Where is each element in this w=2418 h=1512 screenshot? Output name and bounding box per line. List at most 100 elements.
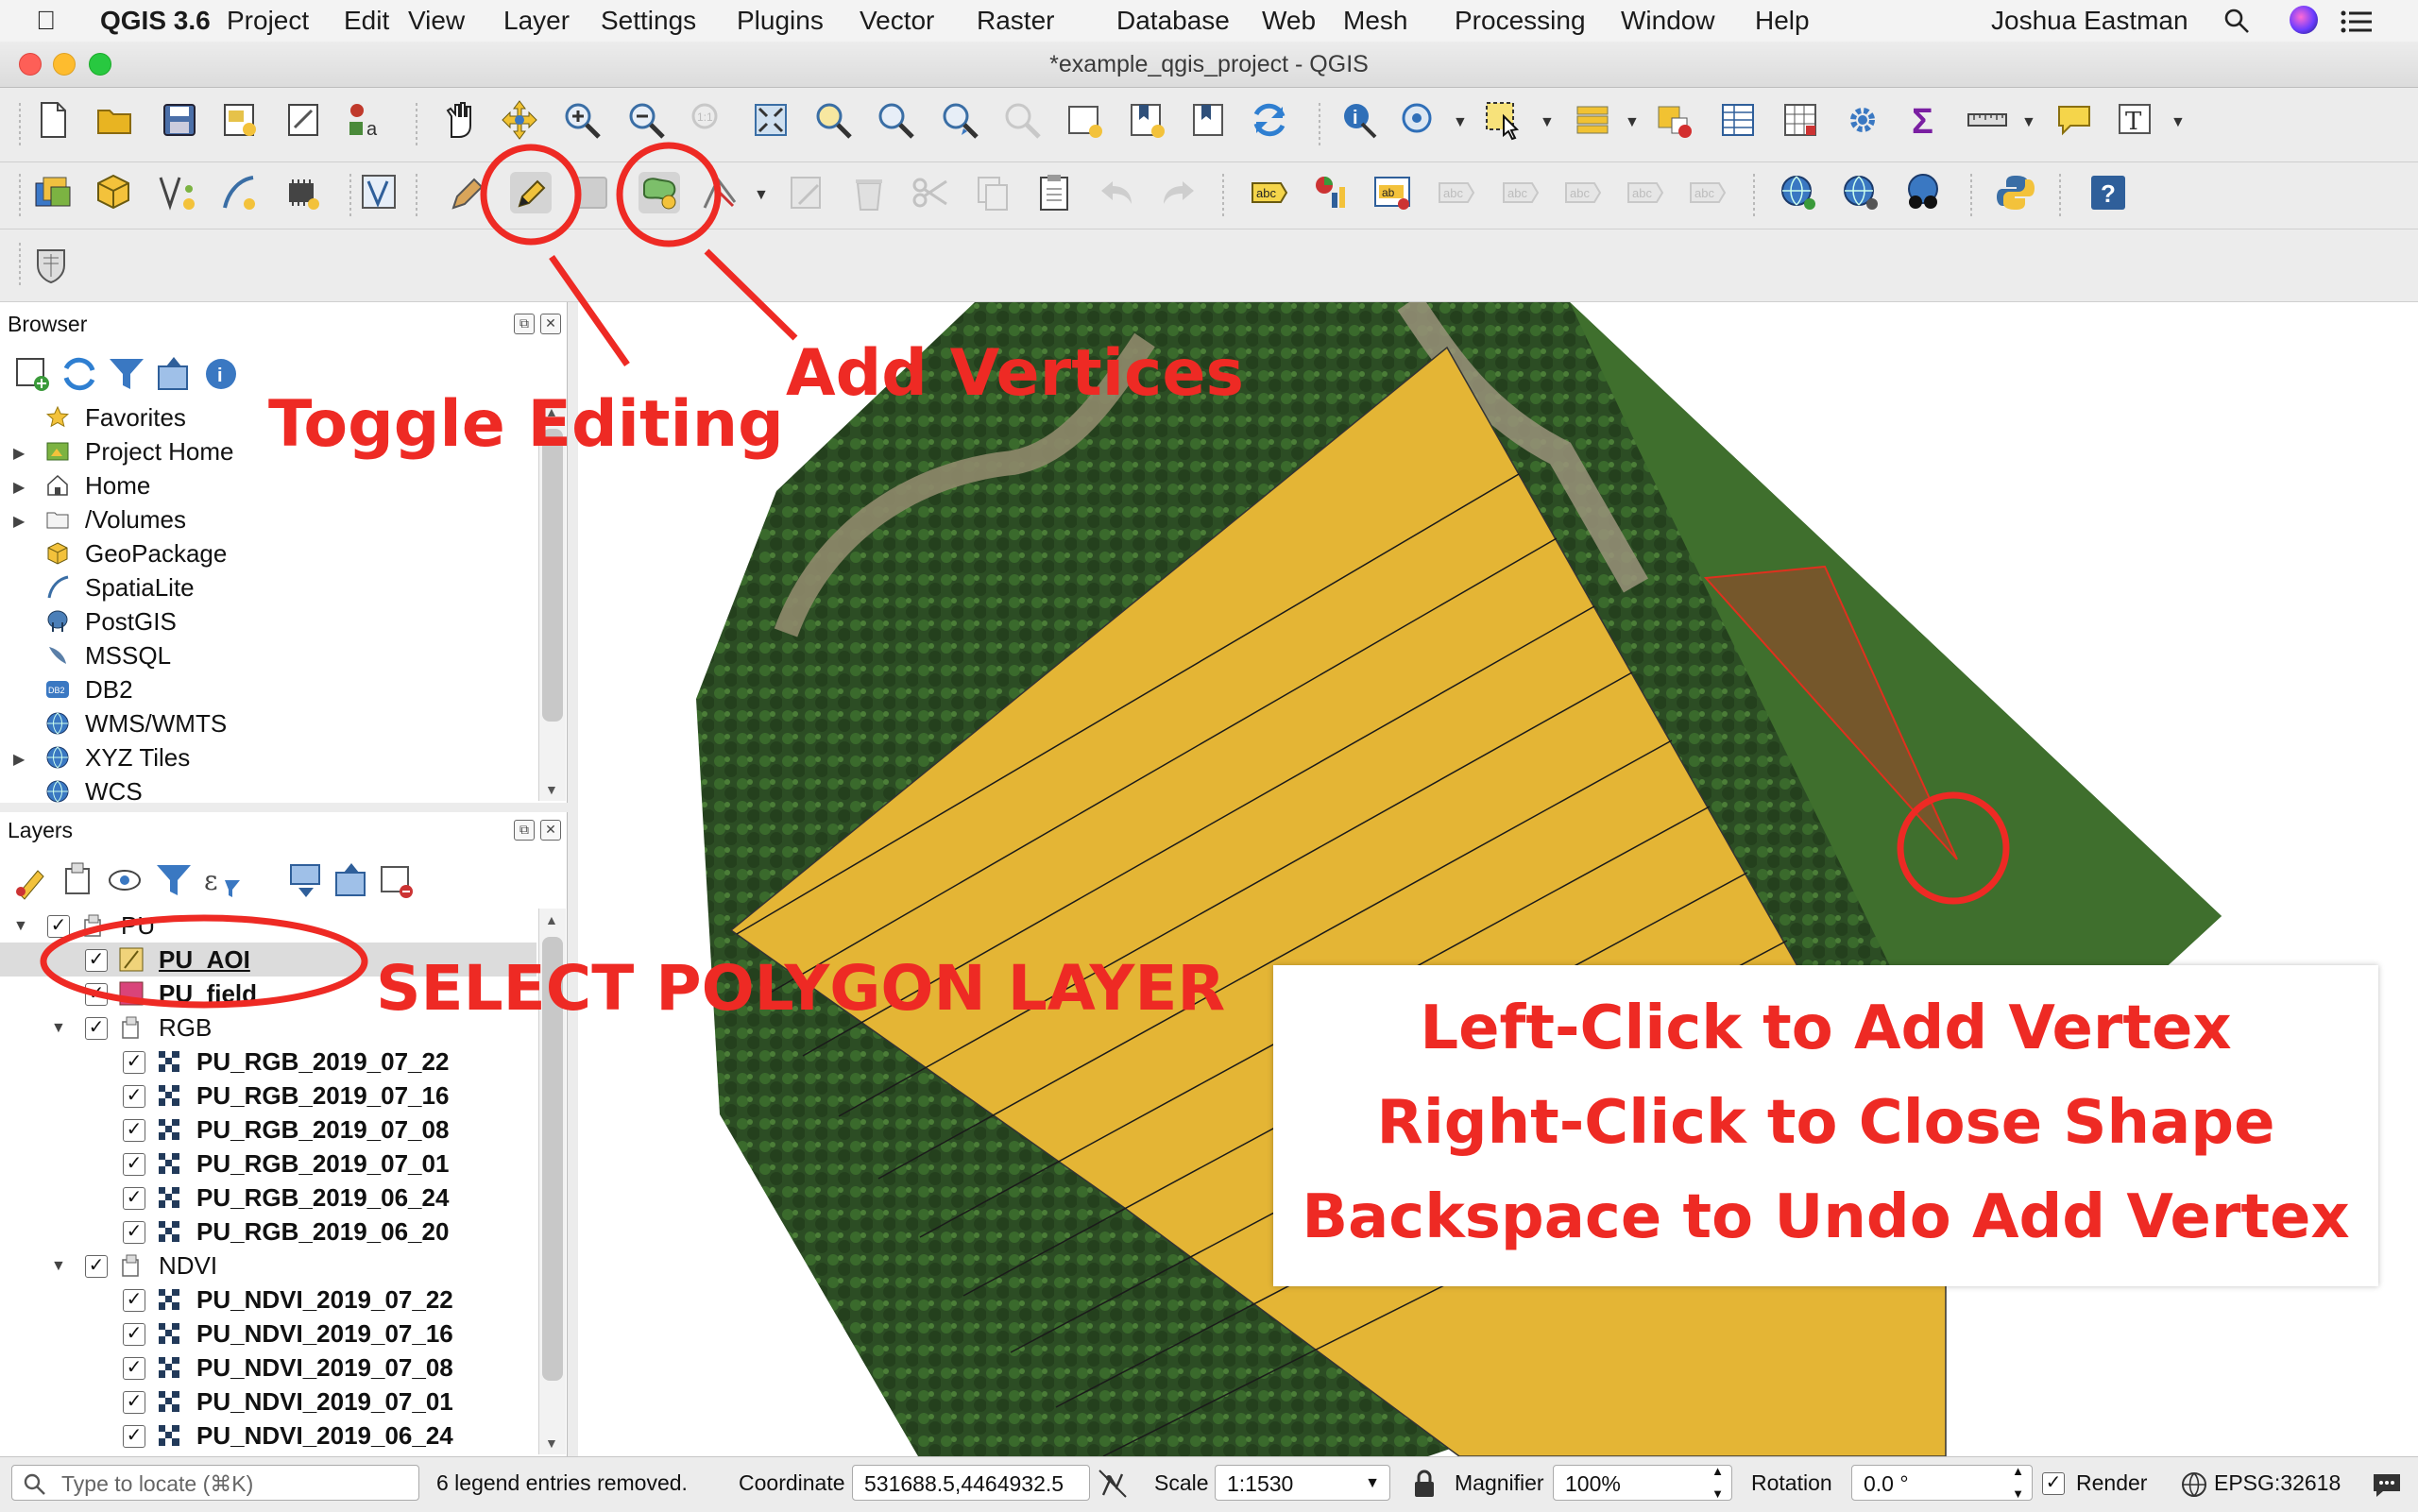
zoom-in-icon[interactable] [561,99,603,141]
layer-visibility-checkbox[interactable]: ✓ [123,1323,145,1346]
lock-scale-icon[interactable] [1411,1469,1438,1499]
layer-visibility-checkbox[interactable]: ✓ [47,915,70,938]
current-edits-icon[interactable] [446,172,487,213]
layer-visibility-checkbox[interactable]: ✓ [123,1357,145,1380]
new-temporary-layer-icon[interactable] [281,172,323,213]
text-annotation-icon[interactable]: T [2116,99,2157,141]
browser-item-db2[interactable]: DB2 [85,672,133,706]
menu-raster[interactable]: Raster [977,6,1054,36]
layer-group-item[interactable]: PU [121,909,155,943]
remove-layer-icon[interactable] [376,859,413,898]
new-print-layout-icon[interactable] [219,99,261,141]
select-by-value-dropdown-icon[interactable]: ▼ [1625,114,1640,131]
add-group-icon[interactable] [59,859,93,894]
show-bookmarks-icon[interactable] [1188,99,1230,141]
layer-visibility-checkbox[interactable]: ✓ [123,1085,145,1108]
menu-layer[interactable]: Layer [503,6,570,36]
add-polygon-feature-icon[interactable] [639,172,680,213]
apple-menu-icon[interactable]:  [36,6,56,36]
change-label-icon[interactable]: abc [1687,172,1728,213]
redo-icon[interactable] [1158,172,1200,213]
new-map-view-icon[interactable] [1064,99,1105,141]
modify-attributes-icon[interactable] [786,172,827,213]
highlight-pinned-labels-icon[interactable]: ab [1371,172,1413,213]
refresh-browser-icon[interactable] [59,353,95,391]
layer-item[interactable]: PU_RGB_2019_07_08 [196,1113,449,1147]
browser-item-home[interactable]: Home [85,468,150,502]
layer-item[interactable]: PU_RGB_2019_07_01 [196,1147,449,1181]
properties-info-icon[interactable]: i [200,353,236,389]
browser-item-xyz-tiles[interactable]: XYZ Tiles [85,740,190,774]
browser-item-favorites[interactable]: Favorites [85,400,186,434]
zoom-to-layer-icon[interactable] [875,99,916,141]
zoom-full-icon[interactable] [750,99,792,141]
toggle-editing-icon[interactable] [510,172,552,213]
app-menu[interactable]: QGIS 3.6 [100,6,211,36]
notification-center-icon[interactable] [2341,9,2373,34]
undo-icon[interactable] [1096,172,1137,213]
menu-processing[interactable]: Processing [1455,6,1586,36]
browser-item-geopackage[interactable]: GeoPackage [85,536,227,570]
expand-arrow-icon[interactable]: ▶ [13,512,25,531]
menu-web[interactable]: Web [1262,6,1316,36]
layer-item[interactable]: PU_RGB_2019_07_16 [196,1079,449,1113]
zoom-to-selection-icon[interactable] [812,99,854,141]
identify-features-icon[interactable]: i [1339,99,1381,141]
layer-visibility-checkbox[interactable]: ✓ [123,1391,145,1414]
layer-item[interactable]: PU_NDVI_2019_07_16 [196,1317,453,1351]
rotation-stepper-icon[interactable]: ▲ ▼ [2012,1460,2024,1505]
layer-labeling-options-icon[interactable]: abc [1249,172,1290,213]
vertex-tool-dropdown-icon[interactable]: ▼ [754,187,769,204]
zoom-next-icon[interactable] [1001,99,1043,141]
data-source-manager-icon[interactable] [32,172,74,213]
collapse-all-icon[interactable] [153,353,188,390]
expand-arrow-icon[interactable]: ▶ [13,750,25,769]
new-bookmark-icon[interactable] [1126,99,1167,141]
add-selected-layers-icon[interactable] [11,353,49,391]
browser-item-project-home[interactable]: Project Home [85,434,234,468]
browser-item-wcs[interactable]: WCS [85,774,143,808]
filter-browser-icon[interactable] [106,353,144,389]
layer-visibility-checkbox[interactable]: ✓ [123,1425,145,1448]
annotation-dropdown-icon[interactable]: ▼ [2171,114,2186,131]
run-feature-action-icon[interactable] [1398,99,1439,141]
expand-arrow-icon[interactable]: ▶ [13,478,25,497]
layer-group-item[interactable]: NDVI [159,1249,217,1283]
add-wcs-layer-icon[interactable] [1840,172,1882,213]
metasearch-icon[interactable] [1902,172,1944,213]
add-wms-layer-icon[interactable] [1778,172,1819,213]
show-hide-labels-icon[interactable]: abc [1500,172,1541,213]
menu-vector[interactable]: Vector [860,6,934,36]
browser-item-spatialite[interactable]: SpatiaLite [85,570,195,604]
layer-visibility-checkbox[interactable]: ✓ [85,983,108,1006]
copy-features-icon[interactable] [971,172,1013,213]
new-virtual-layer-icon[interactable] [359,172,400,213]
layer-visibility-checkbox[interactable]: ✓ [123,1153,145,1176]
new-spatialite-layer-icon[interactable] [217,172,259,213]
menu-mesh[interactable]: Mesh [1343,6,1407,36]
browser-item-wms-wmts[interactable]: WMS/WMTS [85,706,227,740]
scale-dropdown-icon[interactable]: ▼ [1365,1466,1380,1502]
locator-input[interactable]: Type to locate (⌘K) [11,1465,419,1501]
statistical-summary-icon[interactable]: Σ [1904,99,1946,142]
layer-item[interactable]: PU_AOI [159,943,250,977]
measure-dropdown-icon[interactable]: ▼ [2021,114,2036,131]
spotlight-search-icon[interactable] [2223,8,2250,34]
menu-settings[interactable]: Settings [601,6,696,36]
move-label-icon[interactable]: abc [1562,172,1604,213]
new-shapefile-layer-icon[interactable] [157,172,198,213]
menu-database[interactable]: Database [1116,6,1230,36]
collapse-all-layers-icon[interactable] [331,859,366,896]
pan-map-icon[interactable] [438,99,480,141]
layer-visibility-checkbox[interactable]: ✓ [123,1187,145,1210]
collapse-arrow-icon[interactable]: ▼ [51,1258,66,1275]
new-project-icon[interactable] [32,99,74,141]
vertex-tool-icon[interactable] [699,172,741,213]
layer-visibility-checkbox[interactable]: ✓ [123,1221,145,1244]
style-manager-icon[interactable]: a [346,99,387,141]
cut-features-icon[interactable] [909,172,950,213]
measure-line-icon[interactable] [1967,99,2008,141]
layout-manager-icon[interactable] [283,99,325,141]
collapse-arrow-icon[interactable]: ▼ [13,918,28,935]
siri-icon[interactable] [2290,6,2318,34]
